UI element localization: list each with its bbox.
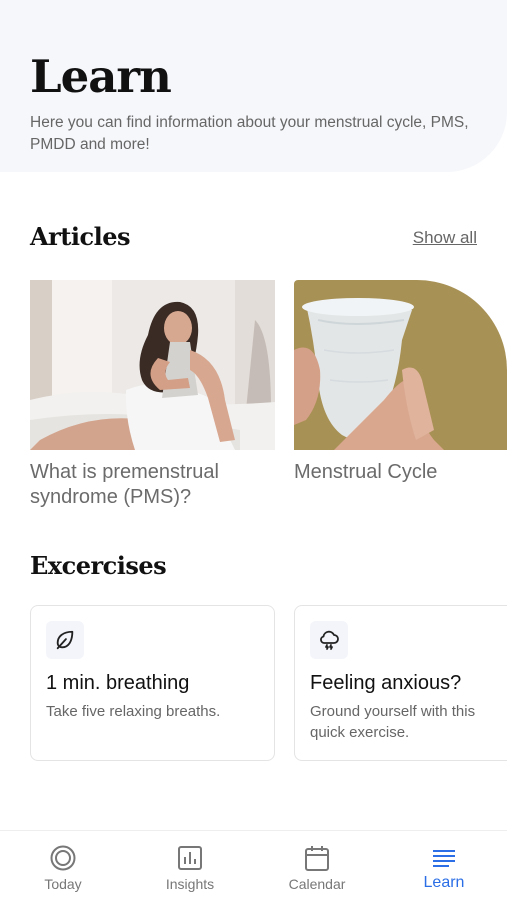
leaf-icon: [46, 621, 84, 659]
exercise-title-breathing: 1 min. breathing: [46, 672, 190, 694]
header: Learn Here you can find information abou…: [0, 0, 507, 172]
exercise-card-breathing[interactable]: 1 min. breathing Take five relaxing brea…: [30, 605, 275, 761]
today-icon: [50, 845, 76, 871]
insights-icon: [178, 846, 202, 870]
page-title: Learn: [30, 50, 172, 103]
menstrual-cup-image: [294, 280, 507, 450]
article-card-pms-image[interactable]: [30, 280, 275, 450]
exercise-title-anxious: Feeling anxious?: [310, 672, 462, 694]
storm-cloud-icon: [310, 621, 348, 659]
calendar-icon: [305, 846, 329, 871]
exercise-description-breathing: Take five relaxing breaths.: [46, 703, 221, 720]
tab-label-today: Today: [44, 876, 82, 892]
tab-today[interactable]: Today: [0, 831, 126, 900]
learn-icon: [433, 850, 455, 867]
article-title-pms[interactable]: What is premenstrual syndrome (PMS)?: [30, 460, 275, 510]
exercises-heading: Excercises: [30, 551, 167, 580]
tab-insights[interactable]: Insights: [127, 831, 253, 900]
page-subtitle: Here you can find information about your…: [30, 114, 469, 153]
articles-heading: Articles: [30, 222, 130, 251]
exercise-card-anxious[interactable]: Feeling anxious? Ground yourself with th…: [294, 605, 507, 761]
woman-in-bed-image: [30, 280, 275, 450]
article-title-menstrual-cycle[interactable]: Menstrual Cycle: [294, 460, 507, 485]
bottom-tab-bar: Today Insights Calendar Learn: [0, 830, 507, 900]
tab-label-insights: Insights: [165, 876, 215, 892]
tab-label-calendar: Calendar: [288, 876, 346, 892]
article-card-menstrual-cycle-image[interactable]: [294, 280, 507, 450]
show-all-link[interactable]: Show all: [413, 228, 477, 248]
tab-label-learn: Learn: [423, 874, 465, 891]
tab-calendar[interactable]: Calendar: [254, 831, 380, 900]
tab-learn[interactable]: Learn: [381, 831, 507, 900]
exercise-description-anxious: Ground yourself with this quick exercise…: [310, 703, 476, 741]
